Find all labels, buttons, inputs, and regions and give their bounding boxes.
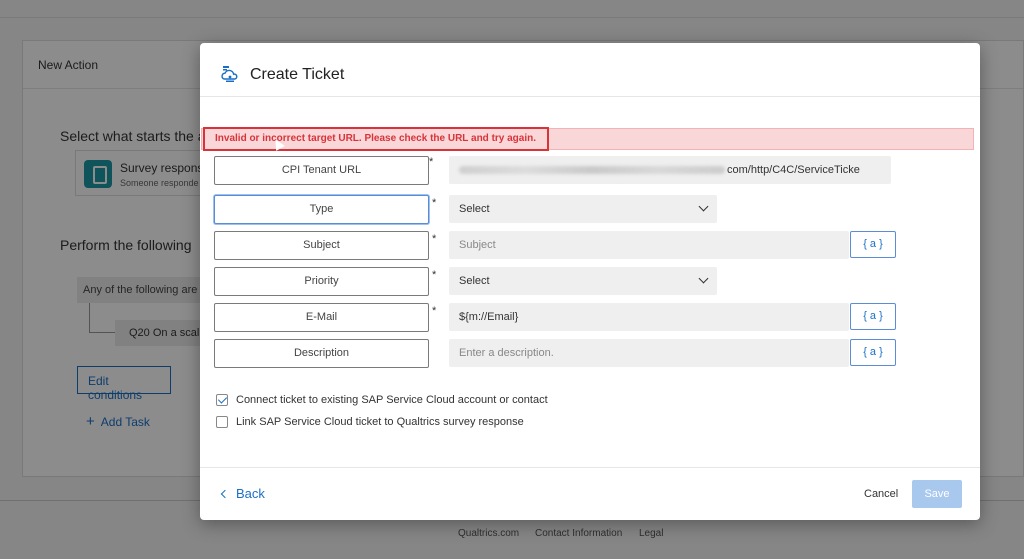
email-input[interactable]: ${m://Email} (449, 303, 849, 331)
priority-select[interactable]: Select (449, 267, 717, 295)
email-label: E-Mail (214, 303, 429, 332)
subject-input[interactable]: Subject (449, 231, 849, 259)
create-ticket-dialog: Create Ticket Invalid or incorrect targe… (200, 43, 980, 520)
cpi-tenant-url-input[interactable]: com/http/C4C/ServiceTicke (449, 156, 891, 184)
link-ticket-option[interactable]: Link SAP Service Cloud ticket to Qualtri… (216, 416, 524, 429)
priority-label: Priority (214, 267, 429, 296)
back-label: Back (236, 486, 265, 501)
description-label: Description (214, 339, 429, 368)
email-variable-button[interactable]: { a } (850, 303, 896, 330)
link-ticket-checkbox[interactable] (216, 416, 228, 429)
required-marker: * (432, 305, 437, 317)
url-visible-part: com/http/C4C/ServiceTicke (727, 164, 860, 176)
subject-label: Subject (214, 231, 429, 260)
required-marker: * (432, 197, 437, 209)
cancel-button[interactable]: Cancel (864, 488, 898, 500)
error-message: Invalid or incorrect target URL. Please … (203, 127, 549, 151)
type-select[interactable]: Select (449, 195, 717, 223)
chevron-down-icon (698, 273, 709, 284)
dialog-footer: Back Cancel Save (200, 467, 980, 520)
description-variable-button[interactable]: { a } (850, 339, 896, 366)
save-button[interactable]: Save (912, 480, 962, 508)
dialog-title: Create Ticket (250, 66, 345, 83)
chevron-left-icon (220, 489, 230, 498)
type-select-value: Select (459, 203, 490, 215)
cloud-ticket-icon (221, 66, 238, 82)
link-ticket-label: Link SAP Service Cloud ticket to Qualtri… (236, 416, 524, 429)
required-marker: * (432, 233, 437, 245)
connect-ticket-label: Connect ticket to existing SAP Service C… (236, 394, 548, 407)
chevron-down-icon (698, 201, 709, 212)
connect-ticket-checkbox[interactable] (216, 394, 228, 407)
back-button[interactable]: Back (220, 486, 265, 501)
type-label: Type (214, 195, 429, 224)
description-input[interactable]: Enter a description. (449, 339, 849, 367)
cpi-tenant-url-label: CPI Tenant URL (214, 156, 429, 185)
required-marker: * (432, 269, 437, 281)
required-marker: * (429, 156, 434, 168)
connect-ticket-option[interactable]: Connect ticket to existing SAP Service C… (216, 394, 548, 407)
redacted-url-part (459, 166, 725, 175)
dialog-header: Create Ticket (200, 43, 980, 97)
priority-select-value: Select (459, 275, 490, 287)
subject-variable-button[interactable]: { a } (850, 231, 896, 258)
